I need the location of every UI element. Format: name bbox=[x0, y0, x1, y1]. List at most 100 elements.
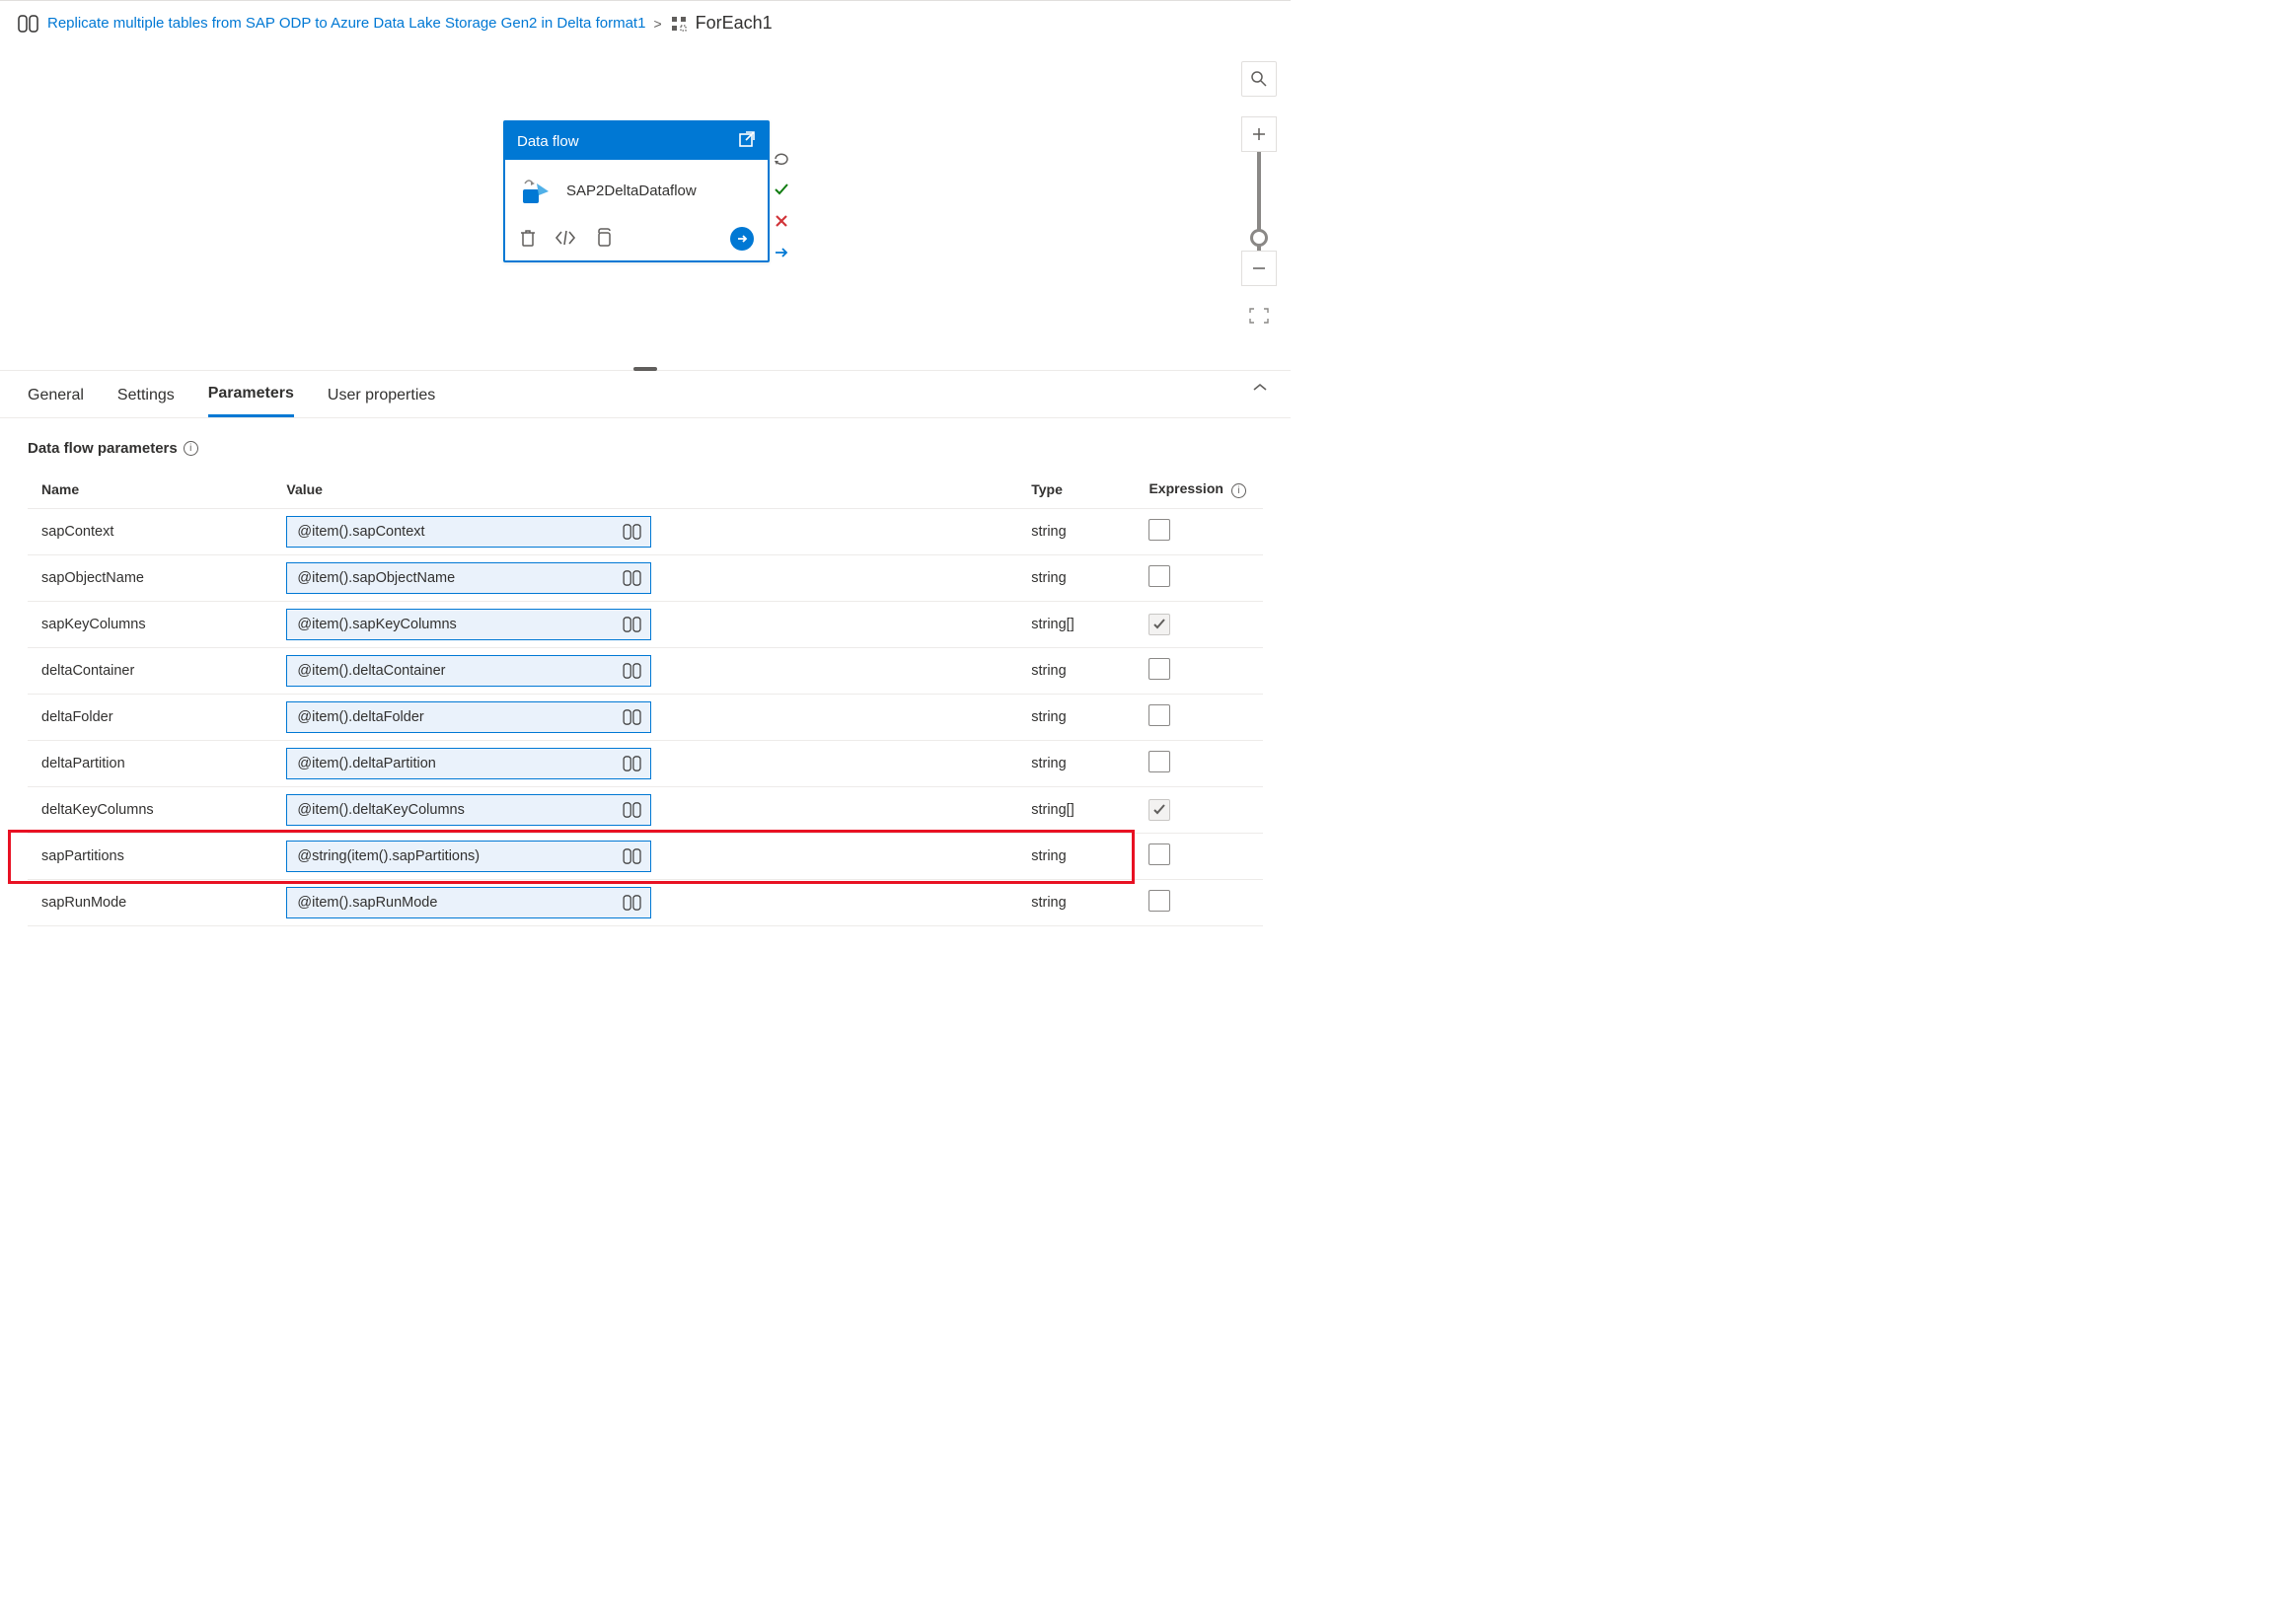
param-name: sapRunMode bbox=[28, 880, 272, 926]
param-value-cell: @item().deltaPartition bbox=[272, 741, 1017, 787]
run-icon[interactable] bbox=[730, 227, 754, 251]
param-name: sapKeyColumns bbox=[28, 602, 272, 648]
zoom-out-icon[interactable] bbox=[1241, 251, 1277, 286]
expression-builder-icon[interactable] bbox=[623, 709, 642, 725]
expression-builder-icon[interactable] bbox=[623, 895, 642, 911]
connector-retry-icon[interactable] bbox=[772, 148, 791, 168]
activity-name: SAP2DeltaDataflow bbox=[566, 183, 697, 199]
tab-user-properties[interactable]: User properties bbox=[328, 387, 435, 416]
param-value-text: @item().deltaFolder bbox=[297, 709, 423, 725]
param-value-cell: @item().sapKeyColumns bbox=[272, 602, 1017, 648]
param-expression-cell bbox=[1135, 880, 1263, 926]
param-type: string bbox=[1017, 648, 1135, 695]
col-header-name: Name bbox=[28, 471, 272, 509]
param-value-input[interactable]: @string(item().sapPartitions) bbox=[286, 841, 651, 872]
param-name: deltaContainer bbox=[28, 648, 272, 695]
delete-icon[interactable] bbox=[519, 228, 537, 251]
param-value-input[interactable]: @item().deltaPartition bbox=[286, 748, 651, 779]
zoom-slider[interactable] bbox=[1241, 116, 1277, 286]
param-value-input[interactable]: @item().deltaKeyColumns bbox=[286, 794, 651, 826]
dataflow-icon bbox=[519, 174, 553, 207]
pipeline-icon bbox=[18, 15, 39, 33]
expression-checkbox[interactable] bbox=[1148, 751, 1170, 772]
info-icon[interactable]: i bbox=[184, 441, 198, 456]
connector-success-icon[interactable] bbox=[772, 180, 791, 199]
expression-checkbox[interactable] bbox=[1148, 658, 1170, 680]
expression-checkbox[interactable] bbox=[1148, 565, 1170, 587]
expression-checkbox[interactable] bbox=[1148, 704, 1170, 726]
param-type: string bbox=[1017, 741, 1135, 787]
param-value-cell: @item().sapObjectName bbox=[272, 555, 1017, 602]
expression-builder-icon[interactable] bbox=[623, 802, 642, 818]
tab-parameters[interactable]: Parameters bbox=[208, 385, 294, 417]
param-expression-cell bbox=[1135, 509, 1263, 555]
connector-fail-icon[interactable] bbox=[772, 211, 791, 231]
expression-builder-icon[interactable] bbox=[623, 524, 642, 540]
zoom-track[interactable] bbox=[1257, 152, 1261, 251]
param-value-text: @item().sapKeyColumns bbox=[297, 617, 456, 632]
param-value-input[interactable]: @item().sapKeyColumns bbox=[286, 609, 651, 640]
param-expression-cell bbox=[1135, 555, 1263, 602]
param-value-input[interactable]: @item().sapRunMode bbox=[286, 887, 651, 918]
param-value-text: @item().deltaKeyColumns bbox=[297, 802, 464, 818]
param-name: sapContext bbox=[28, 509, 272, 555]
open-external-icon[interactable] bbox=[738, 130, 756, 152]
param-type: string[] bbox=[1017, 602, 1135, 648]
expression-builder-icon[interactable] bbox=[623, 663, 642, 679]
breadcrumb-link[interactable]: Replicate multiple tables from SAP ODP t… bbox=[47, 15, 645, 32]
expression-checkbox[interactable] bbox=[1148, 843, 1170, 865]
table-row: deltaPartition@item().deltaPartitionstri… bbox=[28, 741, 1263, 787]
info-icon[interactable]: i bbox=[1231, 483, 1246, 498]
activity-type-label: Data flow bbox=[517, 133, 579, 150]
foreach-icon bbox=[670, 15, 688, 33]
properties-tabs: General Settings Parameters User propert… bbox=[0, 371, 1291, 418]
param-type: string bbox=[1017, 880, 1135, 926]
col-header-expression: Expression i bbox=[1135, 471, 1263, 509]
table-row: sapContext@item().sapContextstring bbox=[28, 509, 1263, 555]
expression-checkbox bbox=[1148, 614, 1170, 635]
parameters-section: Data flow parameters i Name Value Type E… bbox=[0, 418, 1291, 926]
table-row: sapKeyColumns @item().sapKeyColumns string… bbox=[28, 602, 1263, 648]
zoom-in-icon[interactable] bbox=[1241, 116, 1277, 152]
dataflow-activity-card[interactable]: Data flow SAP2DeltaDataflow bbox=[503, 120, 770, 262]
collapse-panel-icon[interactable] bbox=[1251, 381, 1269, 397]
section-title: Data flow parameters i bbox=[28, 440, 1263, 457]
param-value-input[interactable]: @item().sapContext bbox=[286, 516, 651, 548]
param-value-input[interactable]: @item().deltaContainer bbox=[286, 655, 651, 687]
param-type: string[] bbox=[1017, 787, 1135, 834]
fit-screen-icon[interactable] bbox=[1241, 302, 1277, 330]
code-icon[interactable] bbox=[555, 229, 576, 250]
expression-builder-icon[interactable] bbox=[623, 570, 642, 586]
param-value-input[interactable]: @item().sapObjectName bbox=[286, 562, 651, 594]
expression-checkbox[interactable] bbox=[1148, 890, 1170, 912]
param-value-text: @item().sapObjectName bbox=[297, 570, 455, 586]
copy-icon[interactable] bbox=[594, 228, 612, 251]
canvas-controls bbox=[1241, 61, 1277, 330]
expression-builder-icon[interactable] bbox=[623, 617, 642, 632]
param-value-cell: @string(item().sapPartitions) bbox=[272, 834, 1017, 880]
col-header-value: Value bbox=[272, 471, 1017, 509]
param-value-text: @item().deltaPartition bbox=[297, 756, 435, 771]
canvas[interactable]: Data flow SAP2DeltaDataflow bbox=[0, 45, 1291, 371]
table-row: sapObjectName@item().sapObjectNamestring bbox=[28, 555, 1263, 602]
activity-card-header: Data flow bbox=[505, 122, 768, 160]
tab-settings[interactable]: Settings bbox=[117, 387, 175, 416]
param-value-text: @item().deltaContainer bbox=[297, 663, 445, 679]
param-name: deltaKeyColumns bbox=[28, 787, 272, 834]
zoom-thumb[interactable] bbox=[1250, 229, 1268, 247]
param-value-cell: @item().sapRunMode bbox=[272, 880, 1017, 926]
param-expression-cell bbox=[1135, 695, 1263, 741]
tab-general[interactable]: General bbox=[28, 387, 84, 416]
param-value-text: @item().sapContext bbox=[297, 524, 424, 540]
param-type: string bbox=[1017, 695, 1135, 741]
expression-builder-icon[interactable] bbox=[623, 848, 642, 864]
parameters-table: Name Value Type Expression i sapContext@… bbox=[28, 471, 1263, 926]
expression-checkbox[interactable] bbox=[1148, 519, 1170, 541]
param-value-input[interactable]: @item().deltaFolder bbox=[286, 701, 651, 733]
expression-builder-icon[interactable] bbox=[623, 756, 642, 771]
param-expression-cell bbox=[1135, 648, 1263, 695]
activity-connectors bbox=[772, 148, 791, 262]
connector-completion-icon[interactable] bbox=[772, 243, 791, 262]
search-icon[interactable] bbox=[1241, 61, 1277, 97]
breadcrumb-current: ForEach1 bbox=[696, 13, 773, 34]
